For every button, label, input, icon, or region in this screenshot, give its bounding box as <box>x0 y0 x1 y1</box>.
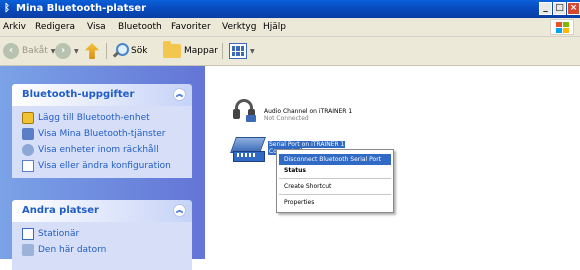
panel-body: Stationär Den här datorn <box>12 222 192 270</box>
up-button[interactable] <box>85 42 99 60</box>
search-button[interactable]: Sök <box>112 42 147 60</box>
menu-hjalp[interactable]: Hjälp <box>263 21 286 33</box>
title-bar: ᛒ Mina Bluetooth-platser _ □ × <box>0 0 580 18</box>
views-button[interactable]: ▼ <box>229 42 255 60</box>
task-label: Visa eller ändra konfiguration <box>38 161 171 171</box>
context-menu: Disconnect Bluetooth Serial Port Status … <box>276 149 394 213</box>
place-my-computer[interactable]: Den här datorn <box>12 242 192 258</box>
back-button[interactable]: ‹ Bakåt ▼ <box>3 42 55 60</box>
bluetooth-icon: ᛒ <box>4 3 10 14</box>
item-name: Serial Port on iTRAINER 1 <box>268 141 346 148</box>
toolbar-separator <box>106 43 107 59</box>
other-places-panel: Andra platser ︽ Stationär Den här datorn <box>12 200 192 270</box>
folders-label: Mappar <box>184 46 218 56</box>
panel-body: Lägg till Bluetooth-enhet Visa Mina Blue… <box>12 106 192 178</box>
forward-arrow-icon: › <box>55 43 71 59</box>
windows-logo-icon <box>550 19 574 35</box>
bluetooth-tasks-panel: Bluetooth-uppgifter ︽ Lägg till Bluetoot… <box>12 84 192 178</box>
chevron-down-icon: ▼ <box>74 47 79 55</box>
back-label: Bakåt <box>22 46 48 56</box>
task-label: Lägg till Bluetooth-enhet <box>38 113 150 123</box>
add-device-icon <box>22 112 34 124</box>
search-label: Sök <box>131 46 148 56</box>
maximize-button[interactable]: □ <box>553 2 566 15</box>
menu-redigera[interactable]: Redigera <box>35 21 75 33</box>
search-icon <box>112 43 129 59</box>
devices-in-range-icon <box>22 144 34 156</box>
chevron-down-icon: ▼ <box>250 47 255 55</box>
menu-create-shortcut[interactable]: Create Shortcut <box>279 181 391 192</box>
minimize-button[interactable]: _ <box>539 2 552 15</box>
close-button[interactable]: × <box>567 2 580 15</box>
collapse-icon[interactable]: ︽ <box>173 88 186 101</box>
place-label: Den här datorn <box>38 245 107 255</box>
task-view-services[interactable]: Visa Mina Bluetooth-tjänster <box>12 126 192 142</box>
menu-favoriter[interactable]: Favoriter <box>171 21 211 33</box>
menu-properties[interactable]: Properties <box>279 197 391 208</box>
headphone-icon <box>232 99 258 122</box>
task-view-devices[interactable]: Visa enheter inom räckhåll <box>12 142 192 158</box>
menu-disconnect-serial-port[interactable]: Disconnect Bluetooth Serial Port <box>279 154 391 165</box>
my-computer-icon <box>22 244 34 256</box>
panel-header[interactable]: Andra platser ︽ <box>12 200 192 222</box>
folders-button[interactable]: Mappar <box>163 41 218 60</box>
task-configuration[interactable]: Visa eller ändra konfiguration <box>12 158 192 174</box>
task-add-device[interactable]: Lägg till Bluetooth-enhet <box>12 110 192 126</box>
panel-header[interactable]: Bluetooth-uppgifter ︽ <box>12 84 192 106</box>
item-status: Not Connected <box>264 115 309 122</box>
menu-arkiv[interactable]: Arkiv <box>3 21 26 33</box>
menu-bluetooth[interactable]: Bluetooth <box>118 21 162 33</box>
folder-icon <box>163 41 181 58</box>
up-folder-icon <box>85 43 99 59</box>
views-icon <box>229 43 247 59</box>
forward-button[interactable]: › ▼ <box>55 42 79 60</box>
menu-separator <box>279 194 391 195</box>
collapse-icon[interactable]: ︽ <box>173 204 186 217</box>
menu-visa[interactable]: Visa <box>87 21 106 33</box>
window-title: Mina Bluetooth-platser <box>16 3 147 14</box>
task-pane: Bluetooth-uppgifter ︽ Lägg till Bluetoot… <box>0 66 205 270</box>
serial-port-icon <box>230 133 269 163</box>
place-label: Stationär <box>38 229 80 239</box>
panel-title: Bluetooth-uppgifter <box>22 89 135 100</box>
menu-verktyg[interactable]: Verktyg <box>222 21 256 33</box>
menu-separator <box>279 178 391 179</box>
task-label: Visa enheter inom räckhåll <box>38 145 159 155</box>
back-arrow-icon: ‹ <box>3 43 19 59</box>
place-desktop[interactable]: Stationär <box>12 226 192 242</box>
panel-title: Andra platser <box>22 205 99 216</box>
desktop-icon <box>22 228 34 240</box>
window-controls: _ □ × <box>538 2 580 16</box>
item-name: Audio Channel on iTRAINER 1 <box>264 108 353 115</box>
task-label: Visa Mina Bluetooth-tjänster <box>38 129 166 139</box>
toolbar: ‹ Bakåt ▼ › ▼ Sök Mappar ▼ <box>0 37 580 66</box>
menu-bar: Arkiv Redigera Visa Bluetooth Favoriter … <box>0 18 580 37</box>
menu-status[interactable]: Status <box>279 165 391 176</box>
configuration-icon <box>22 160 34 172</box>
toolbar-separator <box>222 43 223 59</box>
bluetooth-services-icon <box>22 128 34 140</box>
